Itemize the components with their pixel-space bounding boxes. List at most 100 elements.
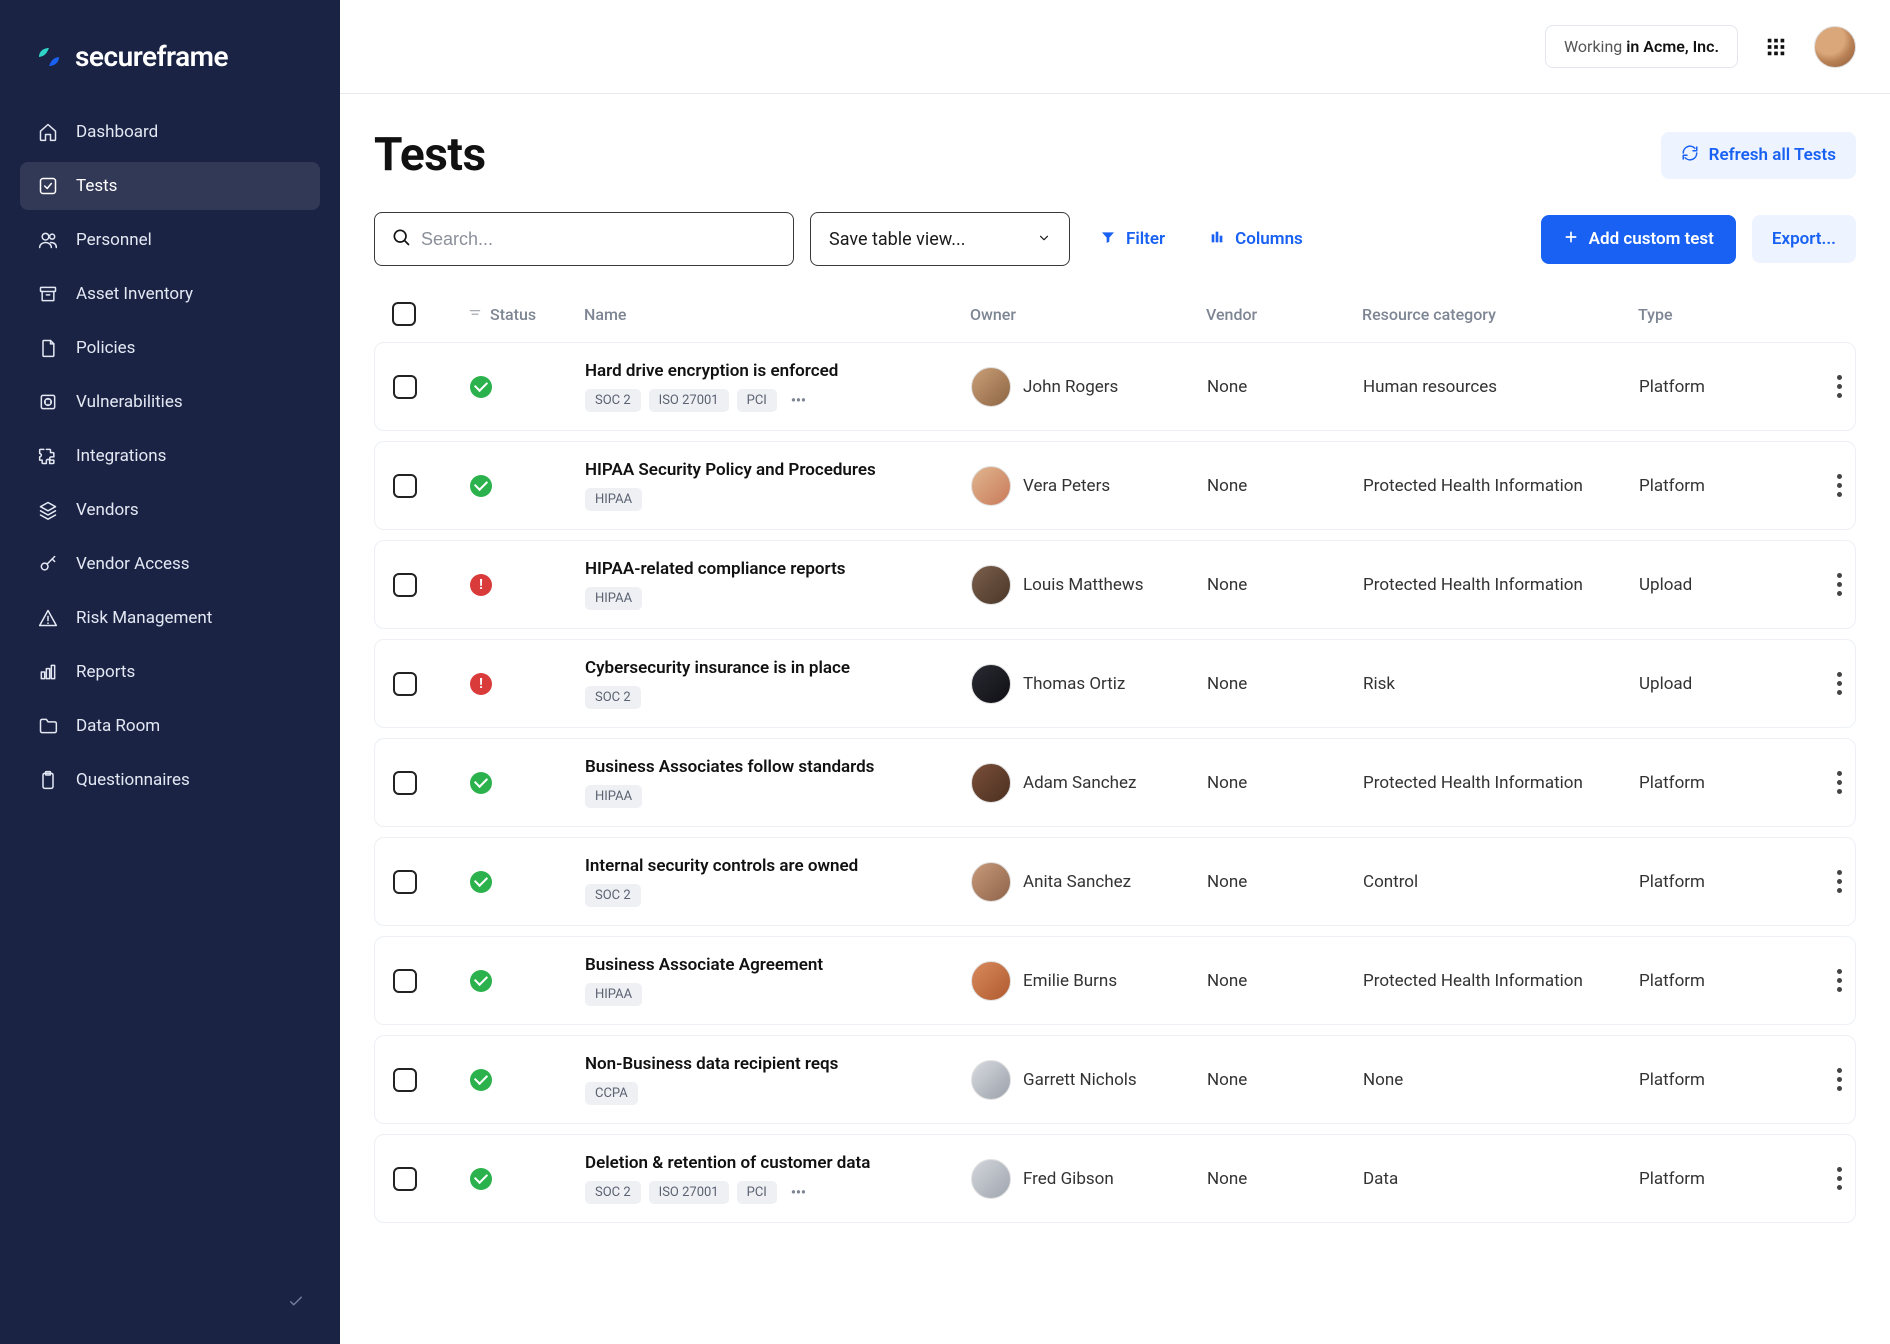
vendor-cell: None: [1207, 1070, 1357, 1090]
resource-category-cell: Protected Health Information: [1363, 773, 1633, 793]
table-row[interactable]: Business Associates follow standardsHIPA…: [374, 738, 1856, 827]
sidebar-item-reports[interactable]: Reports: [20, 648, 320, 696]
sidebar-item-asset-inventory[interactable]: Asset Inventory: [20, 270, 320, 318]
sidebar-item-questionnaires[interactable]: Questionnaires: [20, 756, 320, 804]
sidebar-item-label: Personnel: [76, 230, 152, 250]
workspace-switcher[interactable]: Working in Acme, Inc.: [1545, 25, 1738, 68]
row-checkbox[interactable]: [393, 771, 417, 795]
sidebar-item-data-room[interactable]: Data Room: [20, 702, 320, 750]
table-row[interactable]: Non-Business data recipient reqsCCPAGarr…: [374, 1035, 1856, 1124]
sidebar-item-label: Integrations: [76, 446, 166, 466]
row-actions-menu[interactable]: [1823, 866, 1855, 898]
row-actions-menu[interactable]: [1823, 371, 1855, 403]
row-checkbox[interactable]: [393, 375, 417, 399]
sidebar-item-integrations[interactable]: Integrations: [20, 432, 320, 480]
owner-cell: Thomas Ortiz: [971, 664, 1201, 704]
row-actions-menu[interactable]: [1823, 965, 1855, 997]
column-header-vendor[interactable]: Vendor: [1206, 305, 1356, 324]
sidebar-item-vendors[interactable]: Vendors: [20, 486, 320, 534]
table-row[interactable]: Cybersecurity insurance is in placeSOC 2…: [374, 639, 1856, 728]
filter-button[interactable]: Filter: [1086, 219, 1179, 260]
columns-label: Columns: [1235, 229, 1303, 249]
sidebar-item-policies[interactable]: Policies: [20, 324, 320, 372]
sidebar-item-tests[interactable]: Tests: [20, 162, 320, 210]
sidebar: secureframe Dashboard Tests Personnel Asset…: [0, 0, 340, 1344]
table-row[interactable]: Deletion & retention of customer dataSOC…: [374, 1134, 1856, 1223]
framework-tag: HIPAA: [585, 785, 642, 808]
row-actions-menu[interactable]: [1823, 470, 1855, 502]
column-header-type[interactable]: Type: [1638, 305, 1778, 324]
columns-button[interactable]: Columns: [1195, 219, 1317, 260]
row-checkbox[interactable]: [393, 672, 417, 696]
vendor-cell: None: [1207, 1169, 1357, 1189]
type-cell: Platform: [1639, 872, 1779, 892]
framework-tag: SOC 2: [585, 389, 641, 412]
sidebar-item-vendor-access[interactable]: Vendor Access: [20, 540, 320, 588]
column-header-name[interactable]: Name: [584, 305, 964, 324]
test-name-cell: Deletion & retention of customer dataSOC…: [585, 1153, 965, 1204]
type-cell: Platform: [1639, 1169, 1779, 1189]
add-custom-test-button[interactable]: Add custom test: [1541, 215, 1736, 264]
sidebar-item-label: Reports: [76, 662, 135, 682]
refresh-button[interactable]: Refresh all Tests: [1661, 132, 1856, 179]
search-box[interactable]: [374, 212, 794, 266]
table-row[interactable]: HIPAA Security Policy and ProceduresHIPA…: [374, 441, 1856, 530]
test-name: Non-Business data recipient reqs: [585, 1054, 965, 1074]
owner-avatar: [971, 664, 1011, 704]
row-checkbox[interactable]: [393, 1068, 417, 1092]
export-button[interactable]: Export...: [1752, 215, 1856, 263]
select-all-checkbox[interactable]: [392, 302, 416, 326]
more-tags-icon[interactable]: •••: [785, 1185, 812, 1201]
framework-tag: PCI: [737, 1181, 777, 1204]
resource-category-cell: Human resources: [1363, 377, 1633, 397]
status-pass-icon: [470, 376, 492, 398]
row-actions-menu[interactable]: [1823, 569, 1855, 601]
row-checkbox[interactable]: [393, 1167, 417, 1191]
table-row[interactable]: Hard drive encryption is enforcedSOC 2IS…: [374, 342, 1856, 431]
folder-icon: [38, 716, 58, 736]
table-row[interactable]: HIPAA-related compliance reportsHIPAALou…: [374, 540, 1856, 629]
row-checkbox[interactable]: [393, 474, 417, 498]
apps-grid-icon[interactable]: [1762, 33, 1790, 61]
save-view-dropdown[interactable]: Save table view...: [810, 212, 1070, 266]
row-actions-menu[interactable]: [1823, 668, 1855, 700]
sidebar-item-vulnerabilities[interactable]: Vulnerabilities: [20, 378, 320, 426]
row-actions-menu[interactable]: [1823, 1163, 1855, 1195]
vendor-cell: None: [1207, 773, 1357, 793]
scan-icon: [38, 392, 58, 412]
owner-avatar: [971, 466, 1011, 506]
table-row[interactable]: Internal security controls are ownedSOC …: [374, 837, 1856, 926]
sidebar-item-personnel[interactable]: Personnel: [20, 216, 320, 264]
owner-avatar: [971, 1159, 1011, 1199]
row-checkbox[interactable]: [393, 969, 417, 993]
row-actions-menu[interactable]: [1823, 767, 1855, 799]
column-header-owner[interactable]: Owner: [970, 305, 1200, 324]
table-row[interactable]: Business Associate AgreementHIPAAEmilie …: [374, 936, 1856, 1025]
row-actions-menu[interactable]: [1823, 1064, 1855, 1096]
column-header-status[interactable]: Status: [468, 305, 578, 324]
framework-tag: HIPAA: [585, 488, 642, 511]
vendor-cell: None: [1207, 575, 1357, 595]
sidebar-item-risk-management[interactable]: Risk Management: [20, 594, 320, 642]
row-checkbox[interactable]: [393, 573, 417, 597]
owner-name: Vera Peters: [1023, 476, 1110, 496]
resource-category-cell: Protected Health Information: [1363, 575, 1633, 595]
status-pass-icon: [470, 772, 492, 794]
owner-cell: Louis Matthews: [971, 565, 1201, 605]
sidebar-item-dashboard[interactable]: Dashboard: [20, 108, 320, 156]
brand-logo[interactable]: secureframe: [20, 30, 320, 108]
row-checkbox[interactable]: [393, 870, 417, 894]
search-input[interactable]: [421, 229, 777, 250]
filter-icon: [1100, 229, 1116, 250]
more-tags-icon[interactable]: •••: [785, 393, 812, 409]
file-icon: [38, 338, 58, 358]
owner-name: Fred Gibson: [1023, 1169, 1114, 1189]
puzzle-icon: [38, 446, 58, 466]
user-avatar[interactable]: [1814, 26, 1856, 68]
owner-name: Louis Matthews: [1023, 575, 1144, 595]
column-header-resource-category[interactable]: Resource category: [1362, 305, 1632, 324]
workspace-name: in Acme, Inc.: [1626, 37, 1719, 56]
owner-avatar: [971, 367, 1011, 407]
workspace-prefix: Working: [1564, 37, 1626, 56]
test-name-cell: Hard drive encryption is enforcedSOC 2IS…: [585, 361, 965, 412]
